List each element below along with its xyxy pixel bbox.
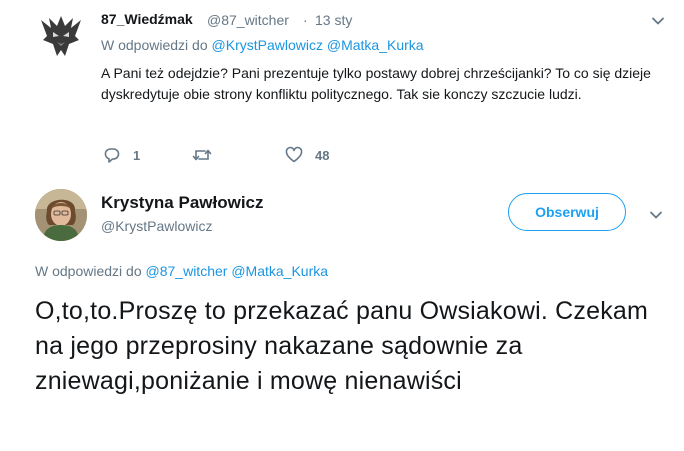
- chevron-down-icon[interactable]: [649, 12, 667, 30]
- reply-action[interactable]: 1: [103, 146, 140, 164]
- reply-icon: [104, 148, 120, 163]
- like-action[interactable]: 48: [285, 146, 329, 164]
- profile-photo: [35, 189, 87, 241]
- mention-link[interactable]: @87_witcher: [146, 263, 228, 279]
- reply-prefix: W odpowiedzi do: [35, 263, 142, 279]
- mention-link[interactable]: @KrystPawlowicz: [212, 37, 323, 53]
- reply-prefix: W odpowiedzi do: [101, 37, 208, 53]
- chevron-down-icon[interactable]: [647, 206, 665, 224]
- mention-link[interactable]: @Matka_Kurka: [231, 263, 328, 279]
- heart-icon: [285, 146, 303, 163]
- reply-context: W odpowiedzi do @KrystPawlowicz @Matka_K…: [101, 37, 424, 53]
- witcher-medallion-icon: [35, 10, 87, 62]
- reply-count: 1: [133, 147, 141, 163]
- retweet-action[interactable]: [192, 146, 224, 164]
- mention-link[interactable]: @Matka_Kurka: [327, 37, 424, 53]
- reply-author-handle[interactable]: @87_witcher: [207, 12, 289, 28]
- retweet-icon: [192, 149, 212, 161]
- follow-button[interactable]: Obserwuj: [508, 193, 626, 231]
- main-author-name[interactable]: Krystyna Pawłowicz: [101, 193, 264, 213]
- reply-tweet-text: A Pani też odejdzie? Pani prezentuje tyl…: [101, 65, 651, 102]
- avatar[interactable]: [35, 189, 87, 241]
- meta-separator: ·: [303, 12, 308, 28]
- reply-context: W odpowiedzi do @87_witcher @Matka_Kurka: [35, 263, 328, 279]
- tweet-date[interactable]: 13 sty: [315, 12, 352, 28]
- like-count: 48: [315, 147, 330, 163]
- main-tweet-text: O,to,to.Proszę to przekazać panu Owsiako…: [35, 297, 649, 395]
- main-author-handle[interactable]: @KrystPawlowicz: [101, 218, 212, 234]
- reply-author-name[interactable]: 87_Wiedźmak: [101, 11, 193, 27]
- avatar[interactable]: [35, 10, 87, 62]
